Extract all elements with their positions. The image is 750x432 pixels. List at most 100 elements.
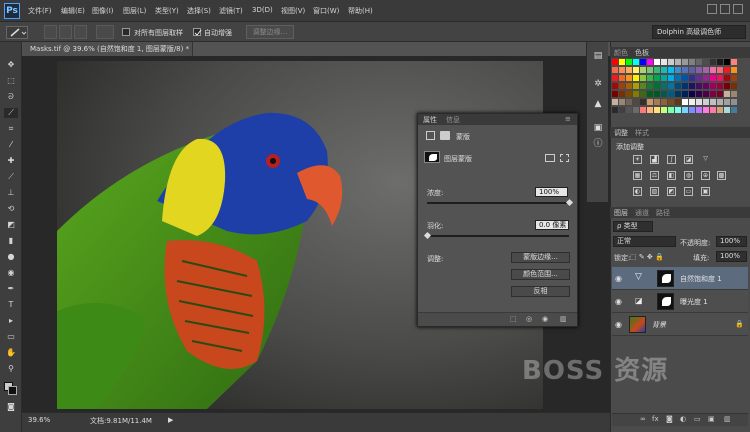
adjustment-icon[interactable] [426,131,435,140]
layer-row[interactable]: ◉ ▽ 自然饱和度 1 [612,267,748,290]
swatch[interactable] [724,107,730,113]
menu-item[interactable]: 窗口(W) [313,6,339,16]
swatch[interactable] [661,59,667,65]
swatch[interactable] [612,99,618,105]
swatch[interactable] [633,91,639,97]
swatch[interactable] [654,75,660,81]
feather-slider[interactable] [427,235,569,237]
swatch[interactable] [731,75,737,81]
visibility-icon[interactable]: ◉ [542,315,548,323]
swatch[interactable] [731,67,737,73]
layer-row[interactable]: ◉ 背景 🔒 [612,313,748,336]
swatch[interactable] [724,75,730,81]
brush-size-picker[interactable] [96,25,114,39]
tab-swatches[interactable]: 色板 [635,48,649,58]
threshold-icon[interactable]: ◩ [667,187,676,196]
swatch[interactable] [626,67,632,73]
swatch[interactable] [724,83,730,89]
swatch[interactable] [647,99,653,105]
swatch[interactable] [710,59,716,65]
swatch[interactable] [724,91,730,97]
zoom-tool-icon[interactable]: ⚲ [4,364,18,374]
tab-layers[interactable]: 图层 [614,208,628,218]
swatch[interactable] [626,99,632,105]
swatch[interactable] [633,59,639,65]
layer-mask-thumb[interactable] [657,293,674,310]
healing-brush-tool-icon[interactable]: ✚ [4,156,18,166]
swatch[interactable] [675,99,681,105]
hand-tool-icon[interactable]: ✋ [4,348,18,358]
swatch[interactable] [689,83,695,89]
swatch[interactable] [647,67,653,73]
marquee-tool-icon[interactable]: ⬚ [4,76,18,86]
swatch[interactable] [640,67,646,73]
swatch[interactable] [703,83,709,89]
gradient-map-icon[interactable]: ▭ [684,187,693,196]
posterize-icon[interactable]: ▧ [650,187,659,196]
swatch[interactable] [724,99,730,105]
menu-item[interactable]: 图层(L) [123,6,146,16]
select-pixel-mask-icon[interactable] [545,154,555,162]
swatch[interactable] [612,75,618,81]
tab-properties[interactable]: 属性 [423,115,437,125]
channel-mixer-icon[interactable]: ⊕ [701,171,710,180]
swatch[interactable] [633,67,639,73]
swatch[interactable] [619,99,625,105]
swatch[interactable] [612,59,618,65]
type-tool-icon[interactable]: T [4,300,18,310]
swatch[interactable] [689,107,695,113]
swatch[interactable] [696,67,702,73]
color-balance-icon[interactable]: ⚖ [650,171,659,180]
layer-style-icon[interactable]: fx [652,415,659,423]
swatch[interactable] [626,59,632,65]
swatch[interactable] [717,91,723,97]
link-layers-icon[interactable]: ∞ [640,415,646,423]
swatch[interactable] [703,59,709,65]
menu-item[interactable]: 视图(V) [281,6,305,16]
tab-paths[interactable]: 路径 [656,208,670,218]
lasso-tool-icon[interactable]: ᘐ [4,92,18,102]
swatch[interactable] [640,91,646,97]
fill-input[interactable]: 100% [716,251,747,262]
clone-stamp-tool-icon[interactable]: ⊥ [4,188,18,198]
hue-saturation-icon[interactable]: ▦ [633,171,642,180]
swatch[interactable] [619,67,625,73]
swatch[interactable] [724,59,730,65]
swatch[interactable] [682,67,688,73]
brush-presets-icon[interactable]: ✲ [592,78,604,90]
swatch[interactable] [612,107,618,113]
brush-tool-icon[interactable]: ⟋ [4,172,18,182]
swatch[interactable] [633,83,639,89]
move-tool-icon[interactable]: ✥ [4,60,18,70]
mask-icon[interactable] [440,131,450,140]
feather-input[interactable]: 0.0 像素 [535,220,569,230]
tab-color[interactable]: 颜色 [614,48,628,58]
swatch[interactable] [626,83,632,89]
swatch[interactable] [668,107,674,113]
swatch[interactable] [619,59,625,65]
selective-color-icon[interactable]: ▣ [701,187,710,196]
path-selection-tool-icon[interactable]: ▸ [4,316,18,326]
swatch[interactable] [689,91,695,97]
swatch[interactable] [731,83,737,89]
invert-button[interactable]: 反相 [511,286,570,297]
swatch[interactable] [640,83,646,89]
tab-adjustments[interactable]: 调整 [614,128,628,138]
menu-item[interactable]: 帮助(H) [348,6,373,16]
levels-icon[interactable]: ▟ [650,155,659,164]
auto-enhance-checkbox[interactable] [193,28,202,36]
swatch[interactable] [668,75,674,81]
swatch[interactable] [731,107,737,113]
swatch[interactable] [626,91,632,97]
swatch[interactable] [717,99,723,105]
swatch[interactable] [682,83,688,89]
new-adjustment-icon[interactable]: ◐ [680,415,686,423]
blur-tool-icon[interactable]: ● [4,252,18,262]
eyedropper-tool-icon[interactable]: ⁄ [4,140,18,150]
history-brush-tool-icon[interactable]: ⟲ [4,204,18,214]
swatch[interactable] [710,67,716,73]
layer-mask-thumbnail[interactable] [424,151,440,163]
swatch[interactable] [696,75,702,81]
swatch[interactable] [703,107,709,113]
menu-item[interactable]: 选择(S) [187,6,211,16]
